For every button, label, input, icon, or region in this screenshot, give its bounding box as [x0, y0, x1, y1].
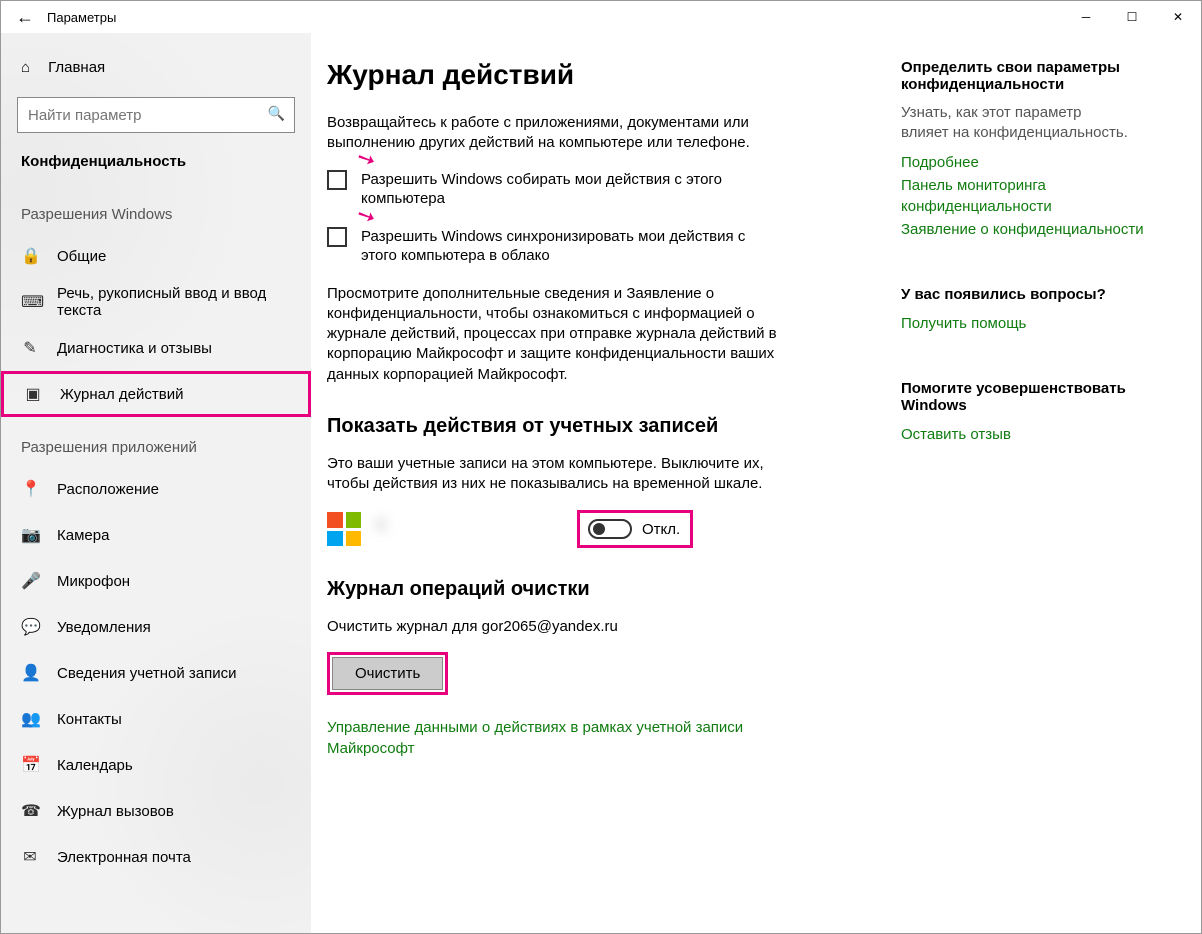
privacy-dashboard-link[interactable]: Панель мониторинга конфиденциальности	[901, 175, 1161, 217]
sidebar: ⌂ Главная 🔍 Конфиденциальность Разрешени…	[1, 33, 311, 933]
account-toggle[interactable]	[588, 519, 632, 539]
sidebar-item-label: Календарь	[57, 757, 133, 774]
account-row: g Откл.	[327, 510, 901, 548]
camera-icon: 📷	[21, 525, 39, 545]
checkbox-label: Разрешить Windows синхронизировать мои д…	[361, 227, 761, 266]
group-header-app-permissions: Разрешения приложений	[1, 417, 311, 466]
accounts-intro-text: Это ваши учетные записи на этом компьюте…	[327, 454, 807, 495]
sidebar-item-label: Речь, рукописный ввод и ввод текста	[57, 285, 311, 319]
sidebar-item-notifications[interactable]: 💬 Уведомления	[1, 604, 311, 650]
manage-data-link[interactable]: Управление данными о действиях в рамках …	[327, 717, 757, 759]
toggle-label: Откл.	[642, 521, 680, 538]
window-body: ⌂ Главная 🔍 Конфиденциальность Разрешени…	[1, 33, 1201, 933]
sidebar-item-label: Журнал вызовов	[57, 803, 174, 820]
sidebar-item-email[interactable]: ✉ Электронная почта	[1, 834, 311, 880]
search-input[interactable]	[17, 97, 295, 133]
lock-icon: 🔒	[21, 246, 39, 266]
settings-window: ← Параметры ─ ☐ ✕ ⌂ Главная 🔍 Конфиденци…	[0, 0, 1202, 934]
checkbox-sync-activities[interactable]: ➘ Разрешить Windows синхронизировать мои…	[327, 227, 901, 266]
main-area: Журнал действий Возвращайтесь к работе с…	[311, 33, 1201, 933]
sidebar-item-label: Общие	[57, 248, 106, 265]
sidebar-item-label: Электронная почта	[57, 849, 191, 866]
clear-description: Очистить журнал для gor2065@yandex.ru	[327, 617, 807, 637]
search-icon: 🔍	[268, 105, 285, 122]
sidebar-item-label: Расположение	[57, 481, 159, 498]
email-icon: ✉	[21, 847, 39, 867]
sidebar-item-label: Диагностика и отзывы	[57, 340, 212, 357]
checkbox-icon[interactable]	[327, 227, 347, 247]
sidebar-item-label: Контакты	[57, 711, 122, 728]
intro-text: Возвращайтесь к работе с приложениями, д…	[327, 113, 807, 154]
sidebar-home-label: Главная	[48, 59, 105, 76]
sidebar-home[interactable]: ⌂ Главная	[1, 45, 311, 89]
accounts-heading: Показать действия от учетных записей	[327, 415, 901, 438]
privacy-statement-link[interactable]: Заявление о конфиденциальности	[901, 219, 1161, 240]
home-icon: ⌂	[21, 59, 30, 76]
sidebar-category: Конфиденциальность	[1, 141, 311, 184]
sidebar-item-label: Уведомления	[57, 619, 151, 636]
minimize-button[interactable]: ─	[1063, 1, 1109, 33]
sidebar-item-camera[interactable]: 📷 Камера	[1, 512, 311, 558]
toggle-knob	[593, 523, 605, 535]
questions-block: У вас появились вопросы? Получить помощь	[901, 286, 1161, 334]
location-icon: 📍	[21, 479, 39, 499]
notifications-icon: 💬	[21, 617, 39, 637]
right-block-title: У вас появились вопросы?	[901, 286, 1131, 303]
sidebar-item-location[interactable]: 📍 Расположение	[1, 466, 311, 512]
microsoft-logo-icon	[327, 512, 361, 546]
sidebar-item-general[interactable]: 🔒 Общие	[1, 233, 311, 279]
checkbox-collect-activities[interactable]: ➘ Разрешить Windows собирать мои действи…	[327, 170, 901, 209]
account-toggle-highlight: Откл.	[577, 510, 693, 548]
close-button[interactable]: ✕	[1155, 1, 1201, 33]
maximize-button[interactable]: ☐	[1109, 1, 1155, 33]
learn-more-link[interactable]: Подробнее	[901, 152, 1161, 173]
window-title: Параметры	[43, 10, 116, 25]
phone-icon: ☎	[21, 801, 39, 821]
leave-feedback-link[interactable]: Оставить отзыв	[901, 424, 1161, 445]
sidebar-item-diagnostics[interactable]: ✎ Диагностика и отзывы	[1, 325, 311, 371]
checkbox-icon[interactable]	[327, 170, 347, 190]
sidebar-item-speech[interactable]: ⌨ Речь, рукописный ввод и ввод текста	[1, 279, 311, 325]
sidebar-item-account-info[interactable]: 👤 Сведения учетной записи	[1, 650, 311, 696]
clear-button[interactable]: Очистить	[332, 657, 443, 690]
account-icon: 👤	[21, 663, 39, 683]
feedback-block: Помогите усовершенствовать Windows Остав…	[901, 380, 1161, 445]
titlebar: ← Параметры ─ ☐ ✕	[1, 1, 1201, 33]
calendar-icon: 📅	[21, 755, 39, 775]
feedback-icon: ✎	[21, 338, 39, 358]
sidebar-item-microphone[interactable]: 🎤 Микрофон	[1, 558, 311, 604]
sidebar-item-label: Журнал действий	[60, 386, 183, 403]
checkbox-label: Разрешить Windows собирать мои действия …	[361, 170, 761, 209]
main-column: Журнал действий Возвращайтесь к работе с…	[311, 59, 901, 933]
keyboard-icon: ⌨	[21, 292, 39, 312]
account-name-redacted: g	[377, 514, 577, 544]
group-header-windows-permissions: Разрешения Windows	[1, 184, 311, 233]
search-box: 🔍	[17, 97, 295, 133]
sidebar-item-label: Сведения учетной записи	[57, 665, 237, 682]
right-block-title: Определить свои параметры конфиденциальн…	[901, 59, 1131, 93]
get-help-link[interactable]: Получить помощь	[901, 313, 1161, 334]
sidebar-item-label: Микрофон	[57, 573, 130, 590]
back-button[interactable]: ←	[7, 1, 43, 33]
sidebar-item-label: Камера	[57, 527, 109, 544]
right-block-title: Помогите усовершенствовать Windows	[901, 380, 1131, 414]
sidebar-item-activity-history[interactable]: ▣ Журнал действий	[1, 371, 311, 417]
page-title: Журнал действий	[327, 59, 901, 91]
sidebar-item-call-history[interactable]: ☎ Журнал вызовов	[1, 788, 311, 834]
privacy-info-text: Просмотрите дополнительные сведения и За…	[327, 284, 807, 385]
microphone-icon: 🎤	[21, 571, 39, 591]
timeline-icon: ▣	[24, 384, 42, 404]
clear-button-highlight: Очистить	[327, 652, 448, 695]
contacts-icon: 👥	[21, 709, 39, 729]
sidebar-item-calendar[interactable]: 📅 Календарь	[1, 742, 311, 788]
right-column: Определить свои параметры конфиденциальн…	[901, 59, 1161, 933]
right-block-text: Узнать, как этот параметр влияет на конф…	[901, 103, 1131, 144]
clear-heading: Журнал операций очистки	[327, 578, 901, 601]
sidebar-item-contacts[interactable]: 👥 Контакты	[1, 696, 311, 742]
privacy-info-block: Определить свои параметры конфиденциальн…	[901, 59, 1161, 240]
